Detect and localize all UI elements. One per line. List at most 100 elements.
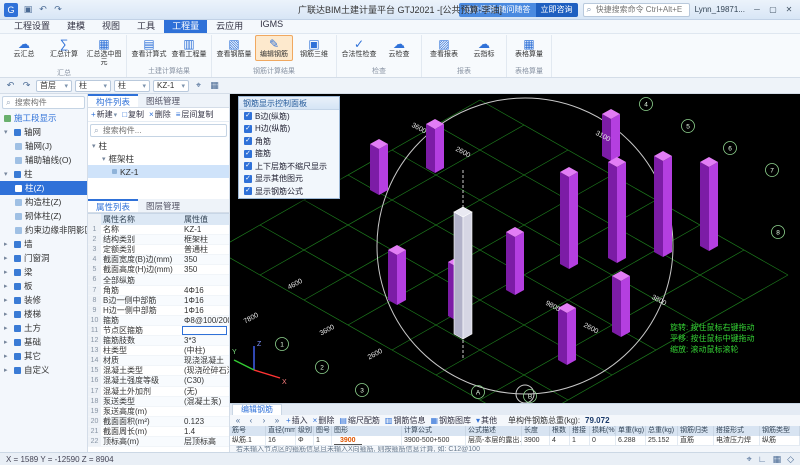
sidebar-item[interactable]: 辅助轴线(O) [0,153,87,167]
rebar-panel-title[interactable]: 钢筋显示控制面板 [239,97,339,110]
checkbox-icon[interactable]: ✓ [244,175,252,183]
edit-toolbar-button[interactable]: ×删除 [313,415,335,426]
save-icon[interactable]: ▣ [22,4,34,16]
ribbon-button[interactable]: ▥查看工程量 [170,35,208,61]
sidebar-item[interactable]: ▸基础 [0,335,87,349]
context-select-3[interactable]: KZ-1▾ [153,80,189,92]
component-search-input[interactable] [101,125,201,136]
sidebar-item[interactable]: ▸墙 [0,237,87,251]
ribbon-button[interactable]: ▣钢筋三维 [295,35,333,61]
ribbon-button[interactable]: ☁云检查 [380,35,418,61]
sidebar-item[interactable]: ▸梁 [0,265,87,279]
component-toolbar-button[interactable]: ×删除 [149,109,171,120]
menu-tab-2[interactable]: 视图 [94,18,128,33]
tab-component-1[interactable]: 图纸管理 [138,94,188,107]
menu-tab-5[interactable]: 云应用 [208,18,251,33]
sidebar-item[interactable]: ▸其它 [0,349,87,363]
grid-toggle-icon[interactable]: ▦ [208,80,221,92]
rebar-cell[interactable]: 4 [550,436,570,446]
checkbox-icon[interactable]: ✓ [244,112,252,120]
nav-search-input[interactable] [13,97,71,108]
rebar-option[interactable]: ✓显示其他图元 [239,173,339,186]
rebar-table-row[interactable]: 纵筋.116Φ139003900-500+500层高-本层的露出..390041… [230,436,800,446]
rebar-option[interactable]: ✓H边(纵筋) [239,123,339,136]
record-nav-icon[interactable]: » [273,416,281,425]
sidebar-item[interactable]: 构造柱(Z) [0,195,87,209]
rebar-cell[interactable]: 层高-本层的露出.. [466,436,522,446]
undo-icon[interactable]: ↶ [4,80,17,92]
sidebar-item[interactable]: ▸楼梯 [0,307,87,321]
context-select-2[interactable]: 柱▾ [114,80,150,92]
component-toolbar-button[interactable]: ≡层间复制 [176,109,214,120]
redo-icon[interactable]: ↷ [52,4,64,16]
rebar-option[interactable]: ✓显示钢筋公式 [239,185,339,198]
rebar-option[interactable]: ✓上下层筋不缩尺显示 [239,160,339,173]
ribbon-button[interactable]: ▦汇总选中图元 [85,35,123,69]
tree-item[interactable]: ▾柱 [88,139,229,152]
ribbon-button[interactable]: ✎编辑钢筋 [255,35,293,61]
menu-tab-6[interactable]: IGMS [252,18,291,33]
rebar-option[interactable]: ✓B边(纵筋) [239,110,339,123]
sidebar-item[interactable]: 施工段显示 [0,111,87,125]
ribbon-button[interactable]: ✓合法性检查 [340,35,378,61]
component-search[interactable]: ⌕ [90,124,227,137]
rebar-cell[interactable]: 3900 [522,436,550,446]
user-account[interactable]: Lynn_19871... [695,5,745,14]
grid-icon[interactable]: ▦ [773,454,782,465]
rebar-cell[interactable]: 16 [266,436,296,446]
menu-tab-4[interactable]: 工程量 [164,18,207,33]
checkbox-icon[interactable]: ✓ [244,150,252,158]
checkbox-icon[interactable]: ✓ [244,137,252,145]
ribbon-button[interactable]: ☁云汇总 [5,35,43,61]
osnap-icon[interactable]: ◇ [787,454,794,465]
sidebar-item[interactable]: ▸土方 [0,321,87,335]
record-nav-icon[interactable]: › [260,416,268,425]
rebar-cell[interactable]: Φ [296,436,314,446]
rebar-cell[interactable]: 0 [590,436,616,446]
menu-tab-3[interactable]: 工具 [129,18,163,33]
sidebar-item[interactable]: ▸装修 [0,293,87,307]
viewport-3d[interactable]: 3600260031003800980026004600780036002600… [230,94,800,403]
sidebar-item[interactable]: ▾轴网 [0,125,87,139]
tab-property-1[interactable]: 图层管理 [138,199,188,212]
property-value-input[interactable] [182,326,227,335]
edit-toolbar-button[interactable]: +插入 [286,415,308,426]
rebar-cell[interactable]: 1 [570,436,590,446]
close-button[interactable]: ✕ [782,3,796,16]
edit-toolbar-button[interactable]: ▾其他 [476,415,497,426]
rebar-cell[interactable]: 1 [314,436,332,446]
command-search-input[interactable] [594,4,686,15]
edit-toolbar-button[interactable]: ▤缩尺配筋 [339,415,380,426]
ribbon-button[interactable]: ▤查看计算式 [130,35,168,61]
rebar-option[interactable]: ✓箍筋 [239,148,339,161]
command-search[interactable]: ⌕ [583,3,690,17]
nav-search[interactable]: ⌕ [2,96,85,109]
sidebar-item[interactable]: ▸自定义 [0,363,87,377]
rebar-option[interactable]: ✓角筋 [239,135,339,148]
component-toolbar-button[interactable]: +新建▾ [91,109,117,120]
checkbox-icon[interactable]: ✓ [244,125,252,133]
menu-tab-0[interactable]: 工程设置 [6,18,58,33]
tree-item[interactable]: ▾框架柱 [88,152,229,165]
tab-edit-rebar[interactable]: 编辑钢筋 [232,404,282,415]
rebar-cell[interactable]: 纵筋.1 [230,436,266,446]
menu-tab-1[interactable]: 建模 [59,18,93,33]
context-select-1[interactable]: 柱▾ [75,80,111,92]
ribbon-button[interactable]: ☁云指标 [465,35,503,61]
rebar-cell[interactable]: 6.288 [616,436,646,446]
pick-point-icon[interactable]: ⌖ [192,80,205,92]
tab-property-0[interactable]: 属性列表 [88,199,138,212]
minimize-button[interactable]: ─ [750,3,764,16]
snap-icon[interactable]: ⌖ [747,454,752,465]
ribbon-button[interactable]: ▦表格算量 [510,35,548,61]
tab-component-0[interactable]: 构件列表 [88,94,138,107]
consult-button[interactable]: 立即咨询 [536,3,578,17]
ribbon-button[interactable]: ▧查看钢筋量 [215,35,253,61]
ribbon-button[interactable]: ∑汇总计算 [45,35,83,61]
rebar-cell[interactable]: 纵筋 [760,436,800,446]
sidebar-item[interactable]: ▾柱 [0,167,87,181]
undo-icon[interactable]: ↶ [37,4,49,16]
sidebar-item[interactable]: 约束边缘非阴影区(Z) [0,223,87,237]
record-nav-icon[interactable]: « [234,416,242,425]
sidebar-item[interactable]: ▸门窗洞 [0,251,87,265]
